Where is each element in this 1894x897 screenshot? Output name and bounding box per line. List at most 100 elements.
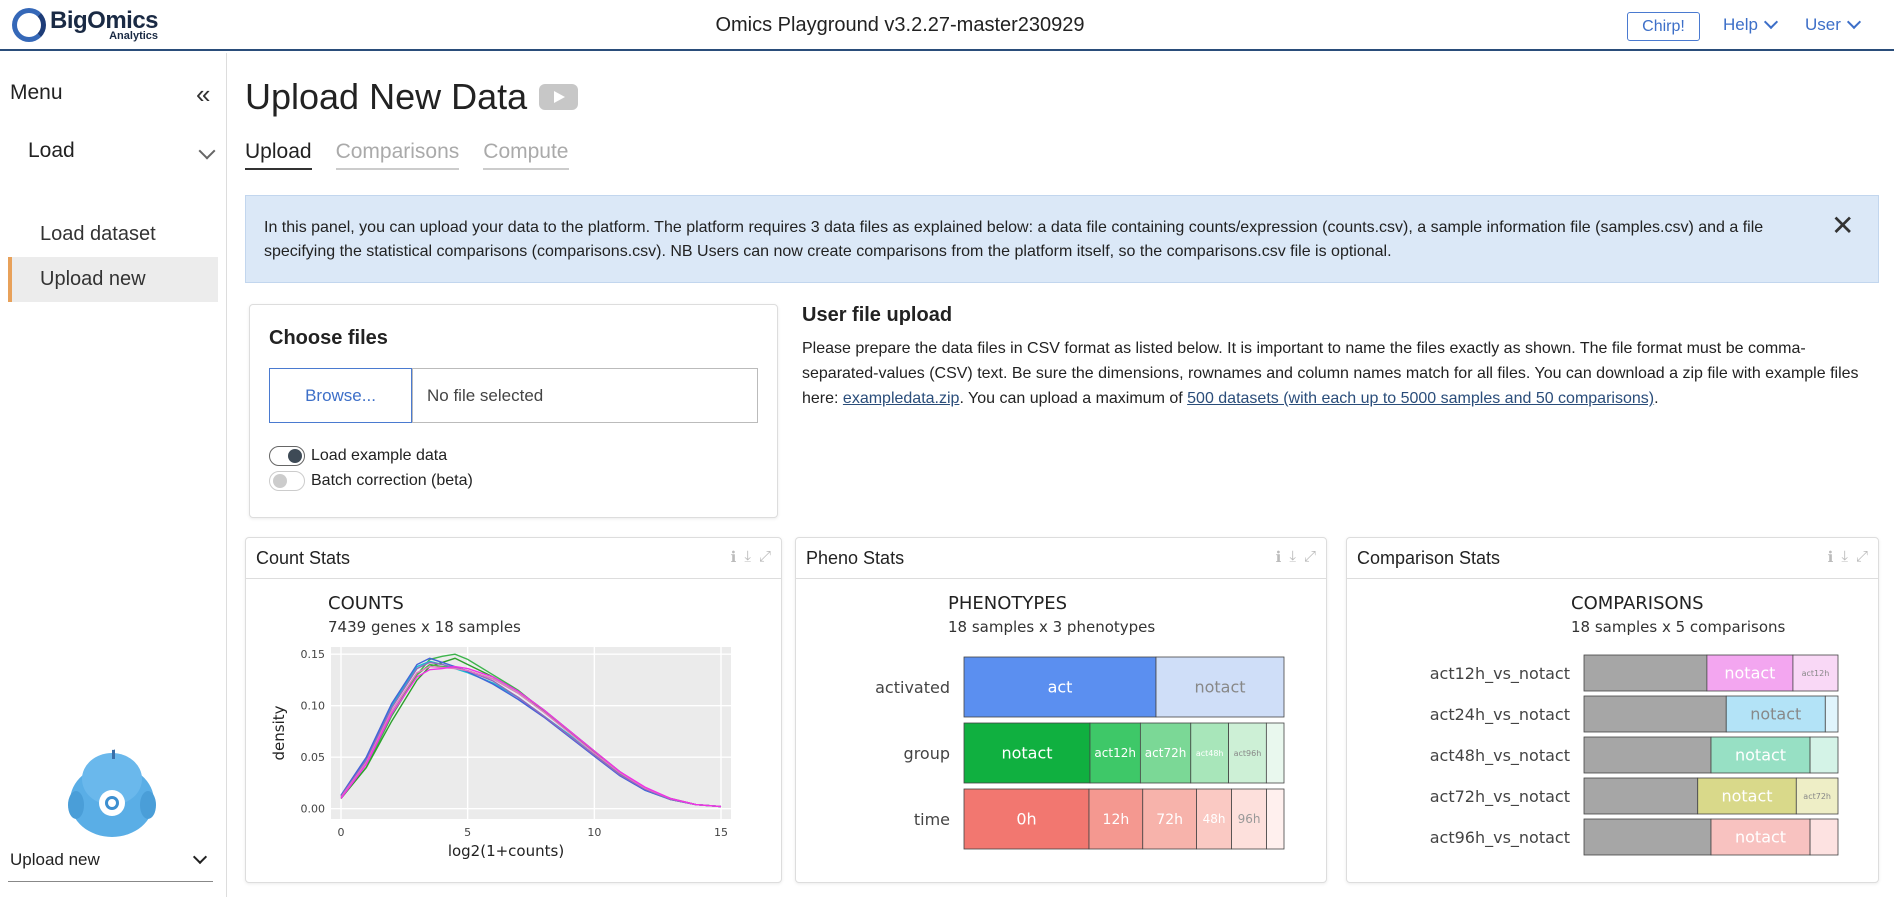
bar-segment xyxy=(1583,695,1727,733)
counts-density-chart: COUNTS 7439 genes x 18 samples 0 5 10 15 0.00 0… xyxy=(270,593,731,860)
chevron-down-icon[interactable] xyxy=(192,849,208,865)
x-tick-label: 15 xyxy=(714,826,728,839)
chart-subtitle: 18 samples x 5 comparisons xyxy=(1571,618,1786,636)
segment-label: 72h xyxy=(1156,812,1183,828)
expand-icon[interactable]: ⤢ xyxy=(1856,548,1868,566)
y-tick-label: 0.05 xyxy=(301,751,326,764)
page-title: Upload New Data xyxy=(245,76,528,117)
tab-bar: Upload Comparisons Compute xyxy=(245,140,569,170)
x-tick-label: 10 xyxy=(587,826,601,839)
upload-text-part: . You can upload a maximum of xyxy=(959,390,1188,407)
sidebar-item-load-dataset[interactable]: Load dataset xyxy=(8,212,218,257)
bar-segment xyxy=(1583,818,1712,856)
segment-label: 0h xyxy=(1016,810,1036,829)
bar-segment xyxy=(1809,736,1839,774)
row-label: act48h_vs_notact xyxy=(1430,746,1570,766)
panel-title: Pheno Stats xyxy=(806,548,905,568)
exampledata-link[interactable]: exampledata.zip xyxy=(843,390,960,407)
segment-label: act xyxy=(1048,678,1073,697)
segment-label: notact xyxy=(1735,746,1786,765)
help-menu[interactable]: Help xyxy=(1723,14,1779,35)
info-icon[interactable]: ℹ xyxy=(1276,548,1282,566)
help-menu-label: Help xyxy=(1723,15,1758,34)
segment-label: notact xyxy=(1721,787,1772,806)
row-label: time xyxy=(914,810,950,829)
user-menu[interactable]: User xyxy=(1805,14,1861,35)
phenotypes-chart: PHENOTYPES 18 samples x 3 phenotypes activ… xyxy=(875,593,1285,850)
segment-label: 12h xyxy=(1103,812,1130,828)
y-tick-label: 0.00 xyxy=(301,803,326,816)
segment-label: act12h xyxy=(1802,669,1830,678)
expand-icon[interactable]: ⤢ xyxy=(759,548,771,566)
row-label: act72h_vs_notact xyxy=(1430,787,1570,807)
bar-segment xyxy=(1824,695,1839,733)
chevron-down-icon[interactable] xyxy=(198,142,216,160)
chart-subtitle: 18 samples x 3 phenotypes xyxy=(948,618,1155,636)
bottom-section-label[interactable]: Upload new xyxy=(10,850,100,870)
choose-files-card: Choose files Browse... No file selected … xyxy=(249,304,778,518)
tab-comparisons[interactable]: Comparisons xyxy=(335,140,460,170)
bar-segment xyxy=(1583,777,1699,815)
divider xyxy=(8,881,213,882)
user-upload-text: Please prepare the data files in CSV for… xyxy=(802,336,1872,411)
row-label: activated xyxy=(875,678,950,697)
limits-link[interactable]: 500 datasets (with each up to 5000 sampl… xyxy=(1187,390,1654,407)
browse-button[interactable]: Browse... xyxy=(269,368,412,423)
chart-title: COUNTS xyxy=(328,593,404,614)
segment-label: notact xyxy=(1724,664,1775,683)
batch-correction-toggle[interactable] xyxy=(269,471,305,491)
segment-label: act72h xyxy=(1803,792,1831,801)
count-stats-panel: Count Stats ℹ ⤓ ⤢ COUNTS 7439 genes x 18 sa… xyxy=(245,537,782,883)
segment-label: 48h xyxy=(1203,812,1226,826)
sidebar-section-load[interactable]: Load xyxy=(28,139,75,163)
download-icon[interactable]: ⤓ xyxy=(1841,548,1848,566)
info-icon[interactable]: ℹ xyxy=(1828,548,1834,566)
chart-title: COMPARISONS xyxy=(1571,593,1704,614)
segment-label: act12h xyxy=(1094,746,1136,760)
mascot-illustration xyxy=(68,744,156,837)
comparisons-chart: COMPARISONS 18 samples x 5 comparisons act… xyxy=(1430,593,1839,856)
info-icon[interactable]: ℹ xyxy=(731,548,737,566)
user-upload-title: User file upload xyxy=(802,304,953,326)
segment-label: notact xyxy=(1735,828,1786,847)
user-menu-label: User xyxy=(1805,15,1841,34)
row-label: group xyxy=(904,744,950,763)
bar-segment xyxy=(1266,788,1285,850)
file-input-status[interactable]: No file selected xyxy=(412,368,758,423)
x-tick-label: 5 xyxy=(464,826,471,839)
download-icon[interactable]: ⤓ xyxy=(744,548,751,566)
batch-correction-label: Batch correction (beta) xyxy=(311,472,473,489)
bar-segment xyxy=(1809,818,1839,856)
row-label: act96h_vs_notact xyxy=(1430,828,1570,848)
info-alert-text: In this panel, you can upload your data … xyxy=(264,219,1764,260)
app-title: Omics Playground v3.2.27-master230929 xyxy=(715,14,1085,36)
tab-upload[interactable]: Upload xyxy=(245,140,312,170)
chirp-button[interactable]: Chirp! xyxy=(1627,12,1700,41)
download-icon[interactable]: ⤓ xyxy=(1289,548,1296,566)
x-tick-label: 0 xyxy=(338,826,345,839)
row-label: act12h_vs_notact xyxy=(1430,664,1570,684)
load-example-label: Load example data xyxy=(311,447,448,464)
tab-compute[interactable]: Compute xyxy=(483,140,569,170)
segment-label: notact xyxy=(1001,744,1052,763)
bar-segment xyxy=(1265,722,1285,784)
info-alert: In this panel, you can upload your data … xyxy=(245,195,1879,283)
segment-label: notact xyxy=(1750,705,1801,724)
segment-label: act96h xyxy=(1234,749,1262,758)
y-tick-label: 0.10 xyxy=(301,700,326,713)
expand-icon[interactable]: ⤢ xyxy=(1304,548,1316,566)
comparison-stats-panel: Comparison Stats ℹ ⤓ ⤢ COMPARISONS 18 sampl… xyxy=(1346,537,1879,883)
bar-segment xyxy=(1583,654,1708,692)
choose-files-title: Choose files xyxy=(269,327,388,349)
chevron-down-icon xyxy=(1846,14,1861,30)
chart-subtitle: 7439 genes x 18 samples xyxy=(328,618,521,636)
segment-label: act72h xyxy=(1145,746,1187,760)
close-icon[interactable]: ✕ xyxy=(1831,212,1854,240)
collapse-sidebar-icon[interactable]: « xyxy=(196,81,210,107)
segment-label: notact xyxy=(1194,678,1245,697)
segment-label: 96h xyxy=(1238,812,1261,826)
load-example-toggle[interactable] xyxy=(269,446,305,466)
video-play-icon[interactable] xyxy=(539,84,578,110)
plot-background xyxy=(331,647,731,819)
sidebar-item-upload-new[interactable]: Upload new xyxy=(8,257,218,302)
